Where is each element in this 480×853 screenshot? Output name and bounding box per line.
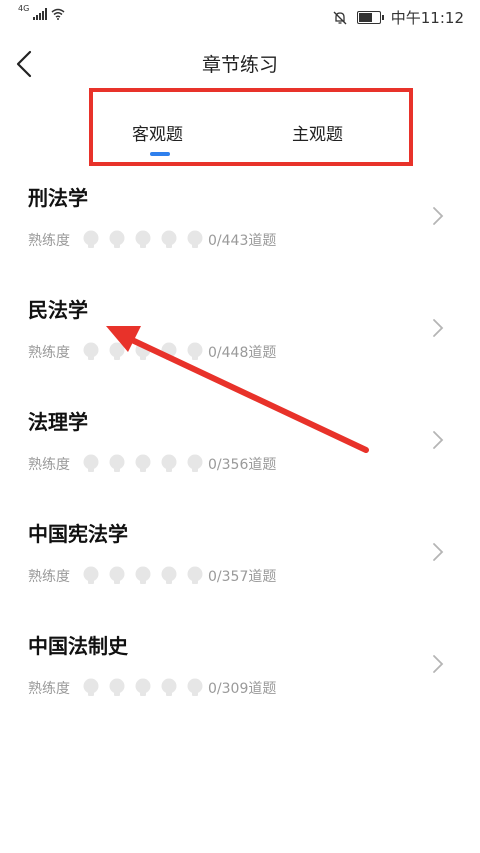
lightbulb-icon [82, 566, 100, 586]
battery-fill [358, 13, 372, 22]
wifi-icon [51, 8, 65, 20]
subject-meta: 熟练度 0/357道题 [28, 566, 276, 586]
clock: 中午11:12 [390, 9, 464, 27]
lightbulb-icon [82, 230, 100, 250]
chevron-right-icon [433, 543, 444, 561]
mastery-label: 熟练度 [28, 233, 70, 249]
lightbulb-icon [160, 342, 178, 362]
lightbulb-icon [108, 566, 126, 586]
lightbulb-icon [134, 230, 152, 250]
mastery-label: 熟练度 [28, 681, 70, 697]
nav-bar: 章节练习 [0, 38, 480, 90]
lightbulb-icon [82, 678, 100, 698]
mastery-label: 熟练度 [28, 569, 70, 585]
subject-meta: 熟练度 0/356道题 [28, 454, 276, 474]
lightbulb-icon [186, 566, 204, 586]
tab-objective[interactable]: 客观题 [132, 120, 183, 145]
lightbulb-icon [82, 342, 100, 362]
signal-icon [33, 8, 48, 20]
question-count: 0/448道题 [208, 345, 277, 361]
tab-active-indicator [150, 152, 170, 156]
subject-name: 民法学 [28, 298, 88, 322]
question-count: 0/356道题 [208, 457, 277, 473]
lightbulb-icon [186, 342, 204, 362]
question-count: 0/357道题 [208, 569, 277, 585]
mastery-bulbs [82, 566, 204, 586]
subject-item-criminal-law[interactable]: 刑法学 熟练度 0/443道题 [0, 168, 480, 280]
subject-item-jurisprudence[interactable]: 法理学 熟练度 0/356道题 [0, 392, 480, 504]
lightbulb-icon [134, 342, 152, 362]
lightbulb-icon [160, 454, 178, 474]
status-bar: 4G 中午11:12 [0, 0, 480, 34]
network-type: 4G [18, 3, 30, 13]
mastery-bulbs [82, 342, 204, 362]
subject-meta: 熟练度 0/309道题 [28, 678, 276, 698]
subject-item-constitutional-law[interactable]: 中国宪法学 熟练度 0/357道题 [0, 504, 480, 616]
tab-subjective[interactable]: 主观题 [292, 120, 343, 145]
lightbulb-icon [108, 230, 126, 250]
chevron-right-icon [433, 431, 444, 449]
mute-bell-icon [333, 11, 347, 24]
subject-item-civil-law[interactable]: 民法学 熟练度 0/448道题 [0, 280, 480, 392]
lightbulb-icon [134, 454, 152, 474]
subject-name: 中国宪法学 [28, 522, 128, 546]
chevron-right-icon [433, 655, 444, 673]
status-left: 4G [18, 4, 65, 20]
mastery-label: 熟练度 [28, 345, 70, 361]
chevron-right-icon [433, 319, 444, 337]
question-count: 0/309道题 [208, 681, 277, 697]
lightbulb-icon [108, 678, 126, 698]
subject-list: 刑法学 熟练度 0/443道题 民法学 熟练度 0/448道题 法理学 熟练度 … [0, 168, 480, 728]
battery-icon [356, 11, 384, 24]
lightbulb-icon [186, 230, 204, 250]
lightbulb-icon [108, 342, 126, 362]
subject-meta: 熟练度 0/448道题 [28, 342, 276, 362]
lightbulb-icon [134, 678, 152, 698]
mastery-label: 熟练度 [28, 457, 70, 473]
lightbulb-icon [160, 230, 178, 250]
subject-name: 法理学 [28, 410, 88, 434]
chevron-right-icon [433, 207, 444, 225]
mastery-bulbs [82, 454, 204, 474]
page-title: 章节练习 [201, 54, 278, 76]
lightbulb-icon [160, 566, 178, 586]
lightbulb-icon [134, 566, 152, 586]
lightbulb-icon [186, 678, 204, 698]
subject-item-legal-history[interactable]: 中国法制史 熟练度 0/309道题 [0, 616, 480, 728]
lightbulb-icon [160, 678, 178, 698]
subject-meta: 熟练度 0/443道题 [28, 230, 276, 250]
subject-name: 刑法学 [28, 186, 88, 210]
subject-name: 中国法制史 [28, 634, 128, 658]
lightbulb-icon [82, 454, 100, 474]
question-count: 0/443道题 [208, 233, 277, 249]
lightbulb-icon [186, 454, 204, 474]
mastery-bulbs [82, 230, 204, 250]
status-right: 中午11:12 [333, 7, 464, 28]
mastery-bulbs [82, 678, 204, 698]
lightbulb-icon [108, 454, 126, 474]
